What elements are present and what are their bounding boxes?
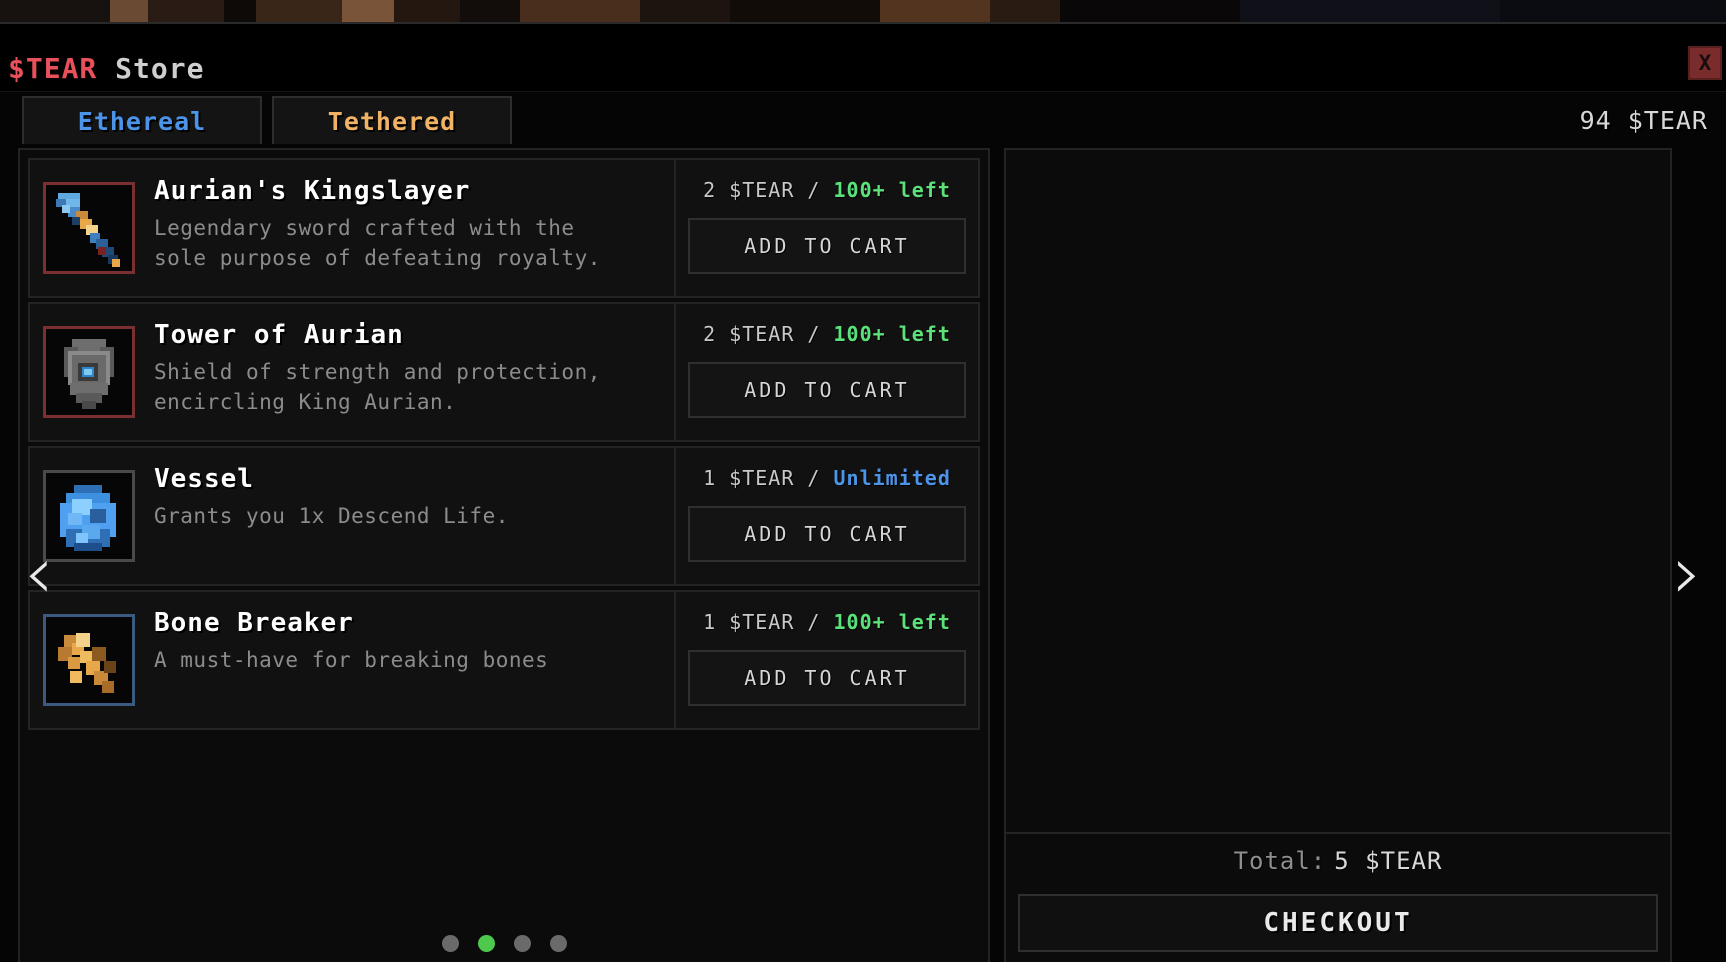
- item-stock: Unlimited: [833, 466, 951, 490]
- item-info: Aurian's Kingslayer Legendary sword craft…: [148, 160, 676, 296]
- background-segment: [394, 0, 460, 24]
- next-page-arrow[interactable]: ›: [1672, 536, 1702, 610]
- item-info: Bone Breaker A must-have for breaking bon…: [148, 592, 676, 728]
- background-segment: [730, 0, 880, 24]
- cart-total: Total: 5 $TEAR: [1006, 832, 1670, 888]
- potion-icon: [43, 470, 135, 562]
- pagination-dots: [20, 935, 988, 952]
- item-description: Legendary sword crafted with the sole pu…: [154, 216, 601, 270]
- background-segment: [256, 0, 342, 24]
- item-description: Shield of strength and protection, encir…: [154, 360, 601, 414]
- game-background-strip: [0, 0, 1726, 24]
- pagination-dot[interactable]: [549, 935, 567, 952]
- item-name: Bone Breaker: [154, 608, 354, 638]
- background-segment: [520, 0, 640, 24]
- sword-icon: [43, 182, 135, 274]
- price-stock-separator: /: [794, 322, 834, 346]
- store-body: Aurian's Kingslayer Legendary sword craft…: [0, 148, 1726, 962]
- background-segment: [224, 0, 256, 24]
- store-tabs: Ethereal Tethered: [22, 96, 512, 144]
- item-row: Tower of Aurian Shield of strength and pr…: [28, 302, 980, 442]
- prev-page-arrow[interactable]: ‹: [24, 536, 54, 610]
- cart-items-list: [1006, 150, 1670, 832]
- item-info: Tower of Aurian Shield of strength and pr…: [148, 304, 676, 440]
- item-actions: 1 $TEAR / Unlimited ADD TO CART: [676, 448, 978, 584]
- item-row: Vessel Grants you 1x Descend Life. 1 $TEAR…: [28, 446, 980, 586]
- background-segment: [640, 0, 730, 24]
- add-to-cart-button[interactable]: ADD TO CART: [688, 650, 966, 706]
- tabs-row: Ethereal Tethered 94 $TEAR: [0, 92, 1726, 148]
- item-price: 2 $TEAR: [703, 178, 795, 202]
- background-segment: [1060, 0, 1240, 24]
- checkout-button[interactable]: CHECKOUT: [1018, 894, 1658, 952]
- price-stock-separator: /: [794, 610, 834, 634]
- item-price-stock: 1 $TEAR / 100+ left: [703, 610, 951, 634]
- background-segment: [990, 0, 1060, 24]
- background-segment: [148, 0, 224, 24]
- background-segment: [342, 0, 394, 24]
- item-stock: 100+ left: [833, 610, 951, 634]
- item-stock: 100+ left: [833, 322, 951, 346]
- item-info: Vessel Grants you 1x Descend Life.: [148, 448, 676, 584]
- tab-ethereal[interactable]: Ethereal: [22, 96, 262, 144]
- background-segment: [460, 0, 520, 24]
- price-stock-separator: /: [794, 178, 834, 202]
- item-thumbnail-wrap: [30, 160, 148, 296]
- item-price-stock: 2 $TEAR / 100+ left: [703, 322, 951, 346]
- pagination-dot[interactable]: [513, 935, 531, 952]
- item-thumbnail-wrap: [30, 304, 148, 440]
- add-to-cart-button[interactable]: ADD TO CART: [688, 218, 966, 274]
- item-description: Grants you 1x Descend Life.: [154, 504, 509, 528]
- title-accent: $TEAR: [8, 52, 98, 85]
- background-segment: [110, 0, 148, 24]
- price-stock-separator: /: [794, 466, 834, 490]
- pagination-dot[interactable]: [441, 935, 459, 952]
- background-segment: [0, 0, 110, 24]
- page-title: $TEAR Store: [8, 52, 204, 85]
- add-to-cart-button[interactable]: ADD TO CART: [688, 362, 966, 418]
- tab-tethered[interactable]: Tethered: [272, 96, 512, 144]
- close-icon[interactable]: X: [1688, 46, 1722, 80]
- item-price-stock: 1 $TEAR / Unlimited: [703, 466, 951, 490]
- item-price: 2 $TEAR: [703, 322, 795, 346]
- item-row: Aurian's Kingslayer Legendary sword craft…: [28, 158, 980, 298]
- cart-total-value: 5 $TEAR: [1334, 847, 1443, 875]
- item-price: 1 $TEAR: [703, 610, 795, 634]
- item-description: A must-have for breaking bones: [154, 648, 549, 672]
- item-price: 1 $TEAR: [703, 466, 795, 490]
- add-to-cart-button[interactable]: ADD TO CART: [688, 506, 966, 562]
- cart-panel: Total: 5 $TEAR CHECKOUT: [1004, 148, 1672, 962]
- title-rest: Store: [115, 52, 205, 85]
- items-panel: Aurian's Kingslayer Legendary sword craft…: [18, 148, 990, 962]
- item-name: Vessel: [154, 464, 254, 494]
- item-actions: 1 $TEAR / 100+ left ADD TO CART: [676, 592, 978, 728]
- background-segment: [1240, 0, 1500, 24]
- item-row: Bone Breaker A must-have for breaking bon…: [28, 590, 980, 730]
- hammer-icon: [43, 614, 135, 706]
- store-screen: $TEAR Store X Ethereal Tethered 94 $TEAR…: [0, 0, 1726, 962]
- item-name: Aurian's Kingslayer: [154, 176, 471, 206]
- item-stock: 100+ left: [833, 178, 951, 202]
- store-header: $TEAR Store X: [0, 24, 1726, 92]
- pagination-dot[interactable]: [477, 935, 495, 952]
- store-modal: $TEAR Store X Ethereal Tethered 94 $TEAR…: [0, 22, 1726, 962]
- background-segment: [880, 0, 990, 24]
- item-price-stock: 2 $TEAR / 100+ left: [703, 178, 951, 202]
- item-actions: 2 $TEAR / 100+ left ADD TO CART: [676, 160, 978, 296]
- background-segment: [1500, 0, 1726, 24]
- cart-total-label: Total:: [1233, 847, 1327, 875]
- balance-display: 94 $TEAR: [1579, 106, 1708, 135]
- shield-icon: [43, 326, 135, 418]
- item-name: Tower of Aurian: [154, 320, 404, 350]
- item-actions: 2 $TEAR / 100+ left ADD TO CART: [676, 304, 978, 440]
